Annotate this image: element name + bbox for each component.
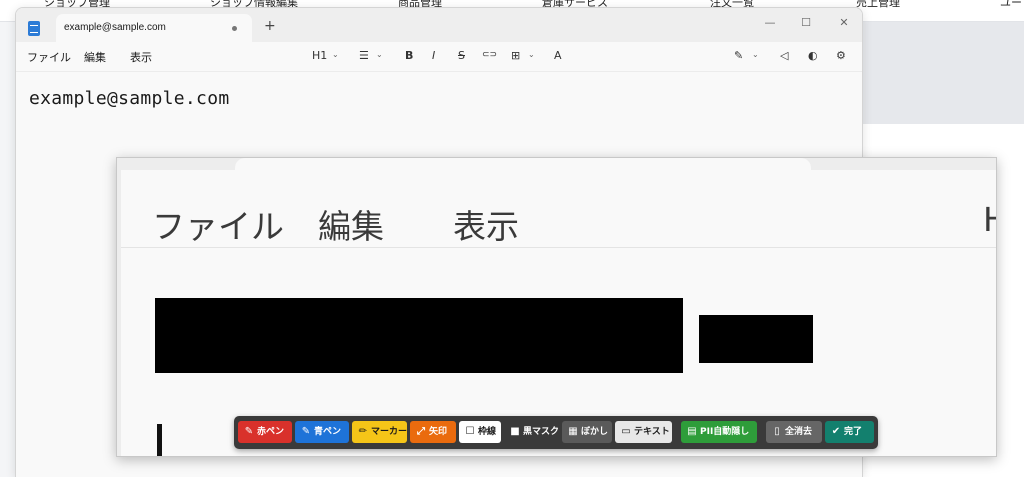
menu-bar: ファイル 編集 表示 H1 ⌄ ☰ ⌄ B I S ⊂⊃ ⊞ ⌄ A ✎ ⌄ ◁… bbox=[16, 42, 862, 72]
italic-button[interactable]: I bbox=[432, 49, 435, 62]
text-icon: ▭ bbox=[621, 426, 631, 437]
unsaved-dot-icon[interactable] bbox=[232, 26, 237, 31]
chevron-down-icon: ⌄ bbox=[332, 50, 339, 59]
black-mask-redaction[interactable] bbox=[699, 315, 813, 363]
text-button[interactable]: ▭ テキスト bbox=[615, 421, 672, 443]
pii-auto-hide-button[interactable]: ▤ PII自動隠し bbox=[681, 421, 757, 443]
marker-icon: ✏ bbox=[358, 426, 368, 437]
nav-item-users[interactable]: ユー bbox=[1000, 0, 1022, 10]
arrow-icon: ⤢ bbox=[417, 426, 425, 437]
preview-menu-bar: ファイル 編集 表示 H bbox=[117, 170, 996, 248]
preview-menu-file: ファイル bbox=[152, 207, 284, 246]
frame-button[interactable]: ☐ 枠線 bbox=[459, 421, 501, 443]
menu-file[interactable]: ファイル bbox=[27, 49, 71, 65]
copilot-icon[interactable]: ✎ bbox=[734, 49, 743, 62]
menu-view[interactable]: 表示 bbox=[130, 49, 152, 65]
check-icon: ✔ bbox=[831, 426, 841, 437]
arrow-button[interactable]: ⤢ 矢印 bbox=[410, 421, 456, 443]
avatar-icon[interactable]: ◐ bbox=[808, 49, 818, 62]
nav-item-sales-management[interactable]: 売上管理 bbox=[856, 0, 900, 10]
blur-icon: ▦ bbox=[568, 426, 578, 437]
black-mask-redaction[interactable] bbox=[155, 298, 683, 373]
bold-button[interactable]: B bbox=[405, 49, 413, 62]
red-pen-button[interactable]: ✎ 赤ペン bbox=[238, 421, 292, 443]
done-button[interactable]: ✔ 完了 bbox=[825, 421, 874, 443]
table-icon[interactable]: ⊞ bbox=[511, 49, 520, 62]
close-button[interactable]: ✕ bbox=[832, 13, 856, 33]
maximize-button[interactable]: ☐ bbox=[794, 13, 818, 33]
minimize-button[interactable]: — bbox=[758, 13, 782, 33]
chevron-down-icon: ⌄ bbox=[528, 50, 535, 59]
chevron-down-icon: ⌄ bbox=[752, 50, 759, 59]
tab-title: example@sample.com bbox=[64, 22, 166, 33]
preview-menu-edit: 編集 bbox=[318, 207, 384, 246]
list-icon[interactable]: ☰ bbox=[359, 49, 369, 62]
marker-button[interactable]: ✏ マーカー bbox=[352, 421, 407, 443]
pen-icon: ✎ bbox=[244, 426, 254, 437]
chevron-down-icon: ⌄ bbox=[376, 50, 383, 59]
title-bar: example@sample.com + — ☐ ✕ bbox=[16, 8, 862, 42]
pii-icon: ▤ bbox=[687, 426, 697, 437]
preview-left-border bbox=[117, 170, 121, 456]
preview-menu-view: 表示 bbox=[453, 207, 519, 246]
preview-tab-strip bbox=[235, 158, 811, 170]
notepad-app-icon bbox=[28, 21, 40, 36]
blur-button[interactable]: ▦ ぼかし bbox=[562, 421, 612, 443]
trash-icon: ▯ bbox=[774, 426, 780, 437]
editor-content[interactable]: example@sample.com bbox=[29, 88, 229, 109]
heading-dropdown[interactable]: H1 bbox=[312, 49, 327, 62]
clear-all-button[interactable]: ▯ 全消去 bbox=[766, 421, 822, 443]
settings-icon[interactable]: ⚙ bbox=[836, 49, 846, 62]
annotation-toolbar: ✎ 赤ペン ✎ 青ペン ✏ マーカー ⤢ 矢印 ☐ 枠線 ■ 黒マスク ▦ ぼかし ▭ テキスト… bbox=[234, 416, 878, 449]
strikethrough-button[interactable]: S bbox=[458, 49, 465, 62]
preview-heading-partial: H bbox=[983, 200, 996, 239]
text-caret bbox=[157, 424, 162, 456]
pen-icon: ✎ bbox=[301, 426, 311, 437]
black-mask-button[interactable]: ■ 黒マスク bbox=[504, 421, 559, 443]
document-tab[interactable]: example@sample.com bbox=[28, 14, 252, 42]
capture-preview[interactable]: ファイル 編集 表示 H bbox=[116, 157, 997, 457]
new-tab-button[interactable]: + bbox=[264, 18, 276, 34]
spellcheck-icon[interactable]: A bbox=[554, 49, 562, 62]
frame-icon: ☐ bbox=[465, 426, 475, 437]
menu-edit[interactable]: 編集 bbox=[84, 49, 106, 65]
background-header-band bbox=[862, 22, 1024, 124]
black-mask-icon: ■ bbox=[510, 426, 520, 437]
link-icon[interactable]: ⊂⊃ bbox=[482, 50, 497, 60]
announcement-icon[interactable]: ◁ bbox=[780, 49, 788, 62]
blue-pen-button[interactable]: ✎ 青ペン bbox=[295, 421, 349, 443]
